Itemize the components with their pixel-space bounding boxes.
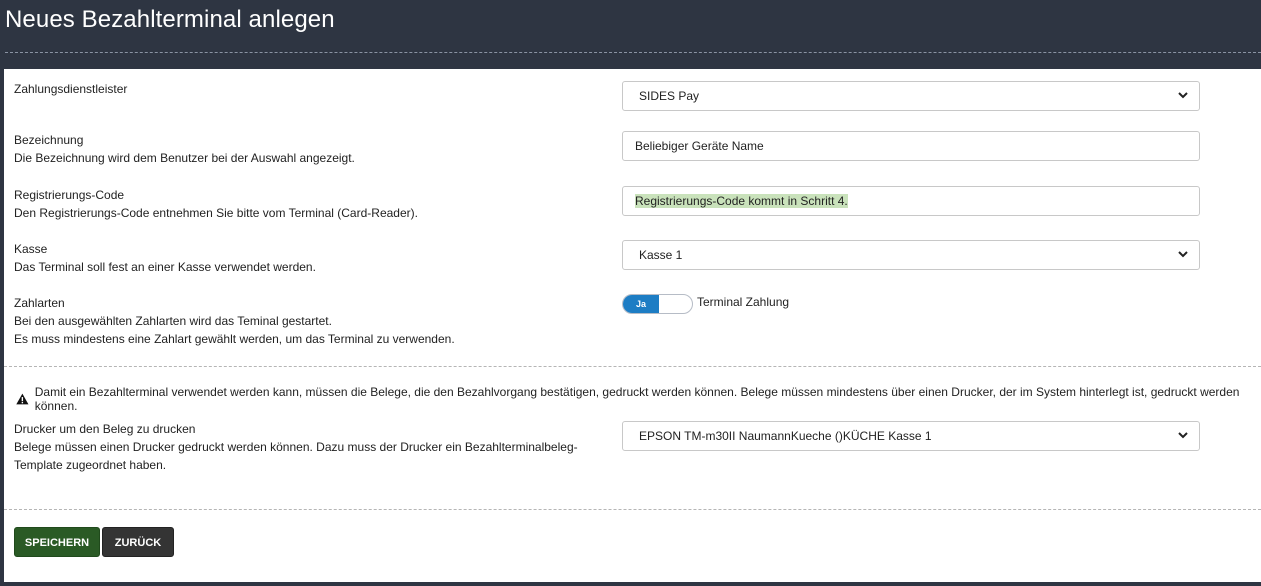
printer-notice: Damit ein Bezahlterminal verwendet werde… <box>16 385 1261 413</box>
provider-label-group: Zahlungsdienstleister <box>14 80 127 98</box>
payment-types-label: Zahlarten <box>14 296 65 310</box>
name-label-group: Bezeichnung Die Bezeichnung wird dem Ben… <box>14 131 355 167</box>
registration-label-group: Registrierungs-Code Den Registrierungs-C… <box>14 186 418 222</box>
payment-types-description-1: Bei den ausgewählten Zahlarten wird das … <box>14 314 332 328</box>
provider-label: Zahlungsdienstleister <box>14 82 128 96</box>
printer-label-group: Drucker um den Beleg zu drucken Belege m… <box>14 420 578 474</box>
register-select[interactable]: Kasse 1 <box>622 240 1200 270</box>
terminal-payment-label: Terminal Zahlung <box>697 295 790 309</box>
printer-select[interactable]: EPSON TM-m30II NaumannKueche ()KÜCHE Kas… <box>622 421 1200 451</box>
payment-types-label-group: Zahlarten Bei den ausgewählten Zahlarten… <box>14 294 455 348</box>
registration-description: Den Registrierungs-Code entnehmen Sie bi… <box>14 206 418 220</box>
printer-notice-text: Damit ein Bezahlterminal verwendet werde… <box>34 385 1240 413</box>
terminal-payment-toggle[interactable]: Ja <box>622 294 693 314</box>
name-input[interactable]: Beliebiger Geräte Name <box>622 131 1200 161</box>
registration-code-value: Registrierungs-Code kommt in Schritt 4. <box>635 194 848 208</box>
name-input-value: Beliebiger Geräte Name <box>635 139 764 153</box>
register-select-value: Kasse 1 <box>639 248 683 262</box>
registration-label: Registrierungs-Code <box>14 188 125 202</box>
register-description: Das Terminal soll fest an einer Kasse ve… <box>14 260 316 274</box>
page-header: Neues Bezahlterminal anlegen <box>0 0 1261 52</box>
chevron-down-icon <box>1178 432 1188 439</box>
warning-icon <box>16 393 29 405</box>
section-divider <box>4 509 1261 510</box>
payment-types-description-2: Es muss mindestens eine Zahlart gewählt … <box>14 332 455 346</box>
register-label: Kasse <box>14 242 48 256</box>
toggle-on-label: Ja <box>623 295 659 313</box>
chevron-down-icon <box>1178 92 1188 99</box>
register-label-group: Kasse Das Terminal soll fest an einer Ka… <box>14 240 316 276</box>
header-divider <box>5 52 1261 53</box>
page-title: Neues Bezahlterminal anlegen <box>5 6 335 33</box>
printer-label: Drucker um den Beleg zu drucken <box>14 422 196 436</box>
section-divider <box>4 366 1261 367</box>
save-button[interactable]: SPEICHERN <box>14 527 100 557</box>
provider-select[interactable]: SIDES Pay <box>622 81 1200 111</box>
registration-code-input[interactable]: Registrierungs-Code kommt in Schritt 4. <box>622 186 1200 216</box>
provider-select-value: SIDES Pay <box>639 89 700 103</box>
name-label: Bezeichnung <box>14 133 84 147</box>
printer-description-1: Belege müssen einen Drucker gedruckt wer… <box>14 440 578 454</box>
chevron-down-icon <box>1178 251 1188 258</box>
back-button[interactable]: ZURÜCK <box>102 527 174 557</box>
name-description: Die Bezeichnung wird dem Benutzer bei de… <box>14 151 355 165</box>
printer-description-2: Template zugeordnet haben. <box>14 458 167 472</box>
form-panel: Zahlungsdienstleister SIDES Pay Bezeichn… <box>4 69 1261 582</box>
printer-select-value: EPSON TM-m30II NaumannKueche ()KÜCHE Kas… <box>639 429 932 443</box>
